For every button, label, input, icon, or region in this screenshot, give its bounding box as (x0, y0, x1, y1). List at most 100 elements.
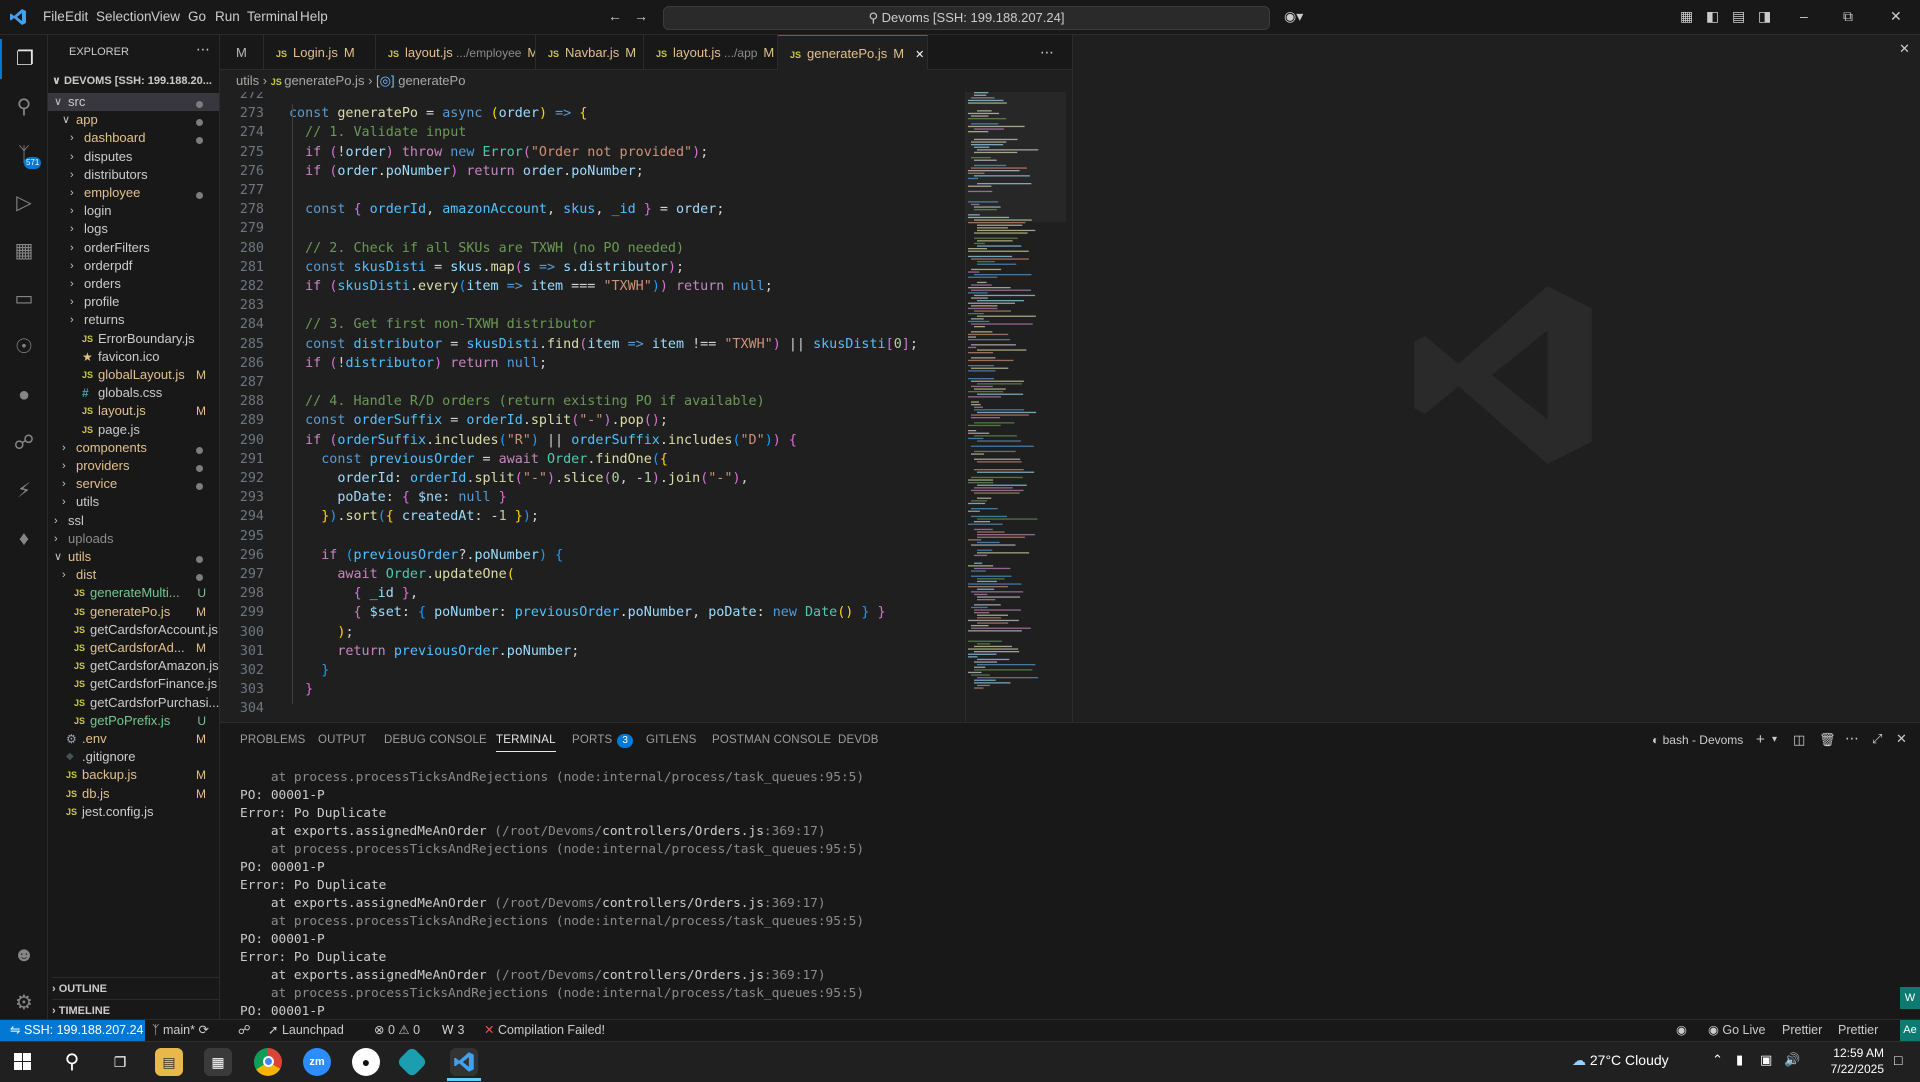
python-icon[interactable]: ♦ (0, 519, 48, 559)
terminal-output[interactable]: at process.processTicksAndRejections (no… (220, 769, 1900, 1019)
volume-icon[interactable]: 🔊 (1784, 1052, 1800, 1068)
gitlens-icon[interactable]: ☉ (0, 327, 48, 367)
prettier-status-1[interactable]: Prettier (1782, 1020, 1822, 1041)
back-arrow-icon[interactable]: ← (608, 8, 622, 24)
maximize-panel-icon[interactable]: ⤢ (1872, 731, 1882, 747)
zoom-icon[interactable]: zm (303, 1048, 331, 1076)
explorer-icon[interactable]: ❐ (0, 39, 48, 79)
postman-icon[interactable]: ● (0, 375, 48, 415)
panel-tab-problems[interactable]: PROBLEMS (240, 734, 306, 746)
battery-icon[interactable]: ▮ (1736, 1052, 1743, 1068)
weather-widget[interactable]: ☁ 27°C Cloudy (1572, 1052, 1669, 1069)
teal-app-icon[interactable] (396, 1046, 428, 1078)
minimap[interactable] (965, 92, 1066, 722)
tree-item[interactable]: JS ErrorBoundary.js (48, 330, 219, 348)
outline-section[interactable]: › OUTLINE (52, 977, 219, 999)
side-widget-ae-icon[interactable]: Ae (1900, 1020, 1920, 1041)
windows-start-icon[interactable] (14, 1053, 31, 1073)
tree-item[interactable]: JS getCardsforAd... M (48, 639, 219, 657)
tab-navbar-js[interactable]: JS Navbar.js M (536, 35, 644, 70)
accounts-icon[interactable]: ☻ (0, 935, 48, 975)
tree-item[interactable]: › profile (48, 293, 219, 311)
tree-item[interactable]: JS getCardsforFinance.js (48, 675, 219, 693)
side-widget-w-icon[interactable]: W (1900, 987, 1920, 1009)
terminal-selector[interactable]: ◐ bash - Devoms (1652, 733, 1743, 747)
panel-tab-output[interactable]: OUTPUT (318, 734, 366, 746)
manage-gear-icon[interactable]: ⚙ (0, 983, 48, 1023)
toggle-panel-icon[interactable]: ▤ (1732, 8, 1745, 25)
compilation-status[interactable]: ✕ Compilation Failed! (484, 1020, 605, 1041)
source-control-icon[interactable]: ᛉ 571 (0, 135, 48, 175)
trash-icon[interactable]: 🗑 (1819, 732, 1836, 748)
tab-more-actions-icon[interactable]: ⋯ (1040, 44, 1054, 61)
menu-edit[interactable]: Edit (65, 9, 88, 24)
tree-item[interactable]: › logs (48, 220, 219, 238)
tree-item[interactable]: ★ favicon.ico (48, 348, 219, 366)
more-actions-icon[interactable]: ⋯ (1845, 730, 1859, 747)
breadcrumb-folder[interactable]: utils (236, 73, 259, 88)
ports-indicator[interactable]: Ꮃ 3 (442, 1020, 464, 1041)
branch-indicator[interactable]: ᛉ main* ⟳ (152, 1020, 209, 1041)
panel-tab-devdb[interactable]: DEVDB (838, 734, 879, 746)
restore-icon[interactable]: ⧉ (1843, 8, 1853, 25)
forward-arrow-icon[interactable]: → (634, 8, 648, 24)
tree-item[interactable]: ∨ app (48, 111, 219, 129)
menu-terminal[interactable]: Terminal (247, 9, 298, 24)
tree-item[interactable]: › dashboard (48, 129, 219, 147)
search-view-icon[interactable]: ⚲ (0, 87, 48, 127)
tree-item[interactable]: ⚙ .env M (48, 730, 219, 748)
menu-file[interactable]: File (43, 9, 65, 24)
network-icon[interactable]: ▣ (1760, 1052, 1772, 1068)
tree-item[interactable]: › ssl (48, 512, 219, 530)
tree-item[interactable]: JS db.js M (48, 785, 219, 803)
tree-item[interactable]: › orderFilters (48, 239, 219, 257)
copilot-icon[interactable]: ◉▾ (1284, 8, 1303, 25)
toggle-primary-sidebar-icon[interactable]: ◧ (1706, 8, 1719, 25)
chevron-down-icon[interactable]: ▾ (1772, 734, 1777, 745)
timeline-section[interactable]: › TIMELINE (52, 999, 219, 1019)
tree-item[interactable]: › employee (48, 184, 219, 202)
tree-item[interactable]: ∨ src (48, 93, 219, 111)
tree-item[interactable]: JS jest.config.js (48, 803, 219, 821)
code-editor[interactable]: 272 273 const generatePo = async (order) =… (220, 92, 1072, 722)
tree-item[interactable]: › orders (48, 275, 219, 293)
chrome-icon[interactable] (254, 1048, 282, 1076)
minimize-icon[interactable]: – (1800, 8, 1808, 24)
problems-indicator[interactable]: ⊗ 0 ⚠ 0 (374, 1020, 420, 1041)
tree-item[interactable]: › dist (48, 566, 219, 584)
tab-layout-js[interactable]: JS layout.js .../employee M (376, 35, 536, 70)
tree-item[interactable]: JS generateMulti... U (48, 584, 219, 602)
dark-app-icon[interactable]: ● (352, 1048, 380, 1076)
task-view-icon[interactable]: ❐ (106, 1048, 134, 1076)
menu-go[interactable]: Go (188, 9, 206, 24)
breadcrumb-file[interactable]: generatePo.js (284, 73, 364, 88)
tree-item[interactable]: › orderpdf (48, 257, 219, 275)
tab-close-icon[interactable]: ✕ (912, 49, 924, 61)
new-terminal-icon[interactable]: + (1756, 731, 1765, 748)
remote-explorer-icon[interactable]: ▭ (0, 279, 48, 319)
prettier-status-2[interactable]: Prettier (1838, 1020, 1878, 1041)
tree-item[interactable]: › disputes (48, 148, 219, 166)
tree-item[interactable]: JS backup.js M (48, 766, 219, 784)
customize-layout-icon[interactable]: ▦ (1680, 8, 1693, 25)
tab-login-js[interactable]: JS Login.js M (264, 35, 376, 70)
tab-layout-js[interactable]: JS layout.js .../app M (644, 35, 778, 70)
panel-tab-terminal[interactable]: TERMINAL (496, 734, 556, 752)
tree-item[interactable]: JS layout.js M (48, 402, 219, 420)
panel-tab-ports[interactable]: PORTS 3 (572, 734, 634, 748)
close-editor-group-icon[interactable]: ✕ (1899, 41, 1910, 57)
close-panel-icon[interactable]: ✕ (1896, 731, 1907, 747)
launchpad-item[interactable]: ➚ Launchpad (268, 1020, 344, 1041)
tree-item[interactable]: ◆ .gitignore (48, 748, 219, 766)
split-terminal-icon[interactable]: ◫ (1793, 732, 1805, 748)
copilot-status-icon[interactable]: ◉ (1676, 1020, 1687, 1041)
tree-item[interactable]: JS getPoPrefix.js U (48, 712, 219, 730)
devdb-icon[interactable]: ☍ (0, 423, 48, 463)
tray-chevron-up-icon[interactable]: ⌃ (1712, 1052, 1723, 1068)
menu-view[interactable]: View (151, 9, 180, 24)
tree-item[interactable]: › returns (48, 311, 219, 329)
tree-item[interactable]: JS page.js (48, 421, 219, 439)
panel-tab-postman-console[interactable]: POSTMAN CONSOLE (712, 734, 831, 746)
tree-item[interactable]: › service (48, 475, 219, 493)
tree-item[interactable]: JS generatePo.js M (48, 603, 219, 621)
